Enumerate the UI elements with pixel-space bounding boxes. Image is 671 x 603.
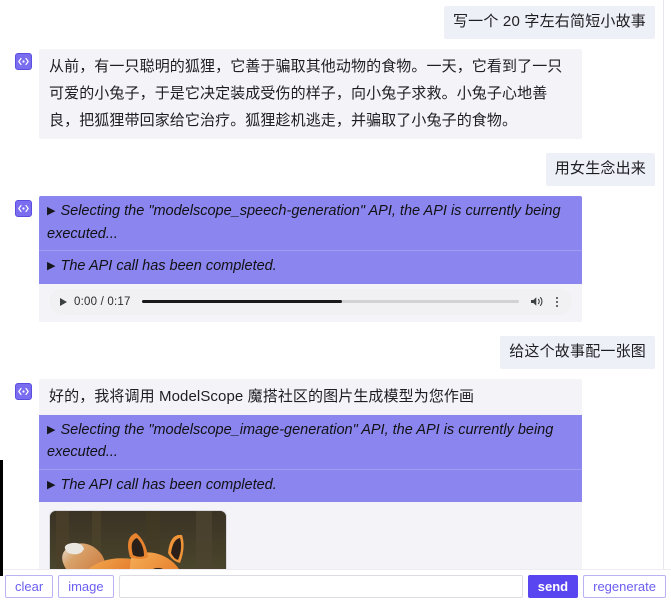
bot-avatar-icon [15, 200, 32, 217]
user-message-bubble: 用女生念出来 [545, 153, 655, 186]
user-message-bubble: 给这个故事配一张图 [500, 335, 655, 369]
audio-progress-track[interactable] [141, 300, 519, 303]
expand-caret-icon[interactable]: ▶ [47, 256, 55, 278]
generated-fox-image[interactable] [49, 510, 227, 570]
user-message-bubble: 写一个 20 字左右简短小故事 [443, 6, 655, 39]
volume-icon[interactable] [530, 295, 544, 308]
regenerate-button[interactable]: regenerate [583, 575, 666, 598]
assistant-message-bubble: 从前，有一只聪明的狐狸，它善于骗取其他动物的食物。一天，它看到了一只可爱的小兔子… [39, 49, 582, 139]
left-edge-artifact [0, 460, 3, 576]
send-button[interactable]: send [527, 575, 579, 598]
api-status-text: Selecting the "modelscope_speech-generat… [47, 203, 561, 242]
assistant-message-text: 好的，我将调用 ModelScope 魔搭社区的图片生成模型为您作画 [49, 387, 475, 405]
message-row-user: 写一个 20 字左右简短小故事 [3, 6, 663, 39]
api-status-block[interactable]: ▶ Selecting the "modelscope_image-generat… [39, 414, 582, 469]
expand-caret-icon[interactable]: ▶ [47, 201, 55, 223]
api-status-block[interactable]: ▶ Selecting the "modelscope_speech-genera… [39, 196, 582, 250]
chat-scroll-panel[interactable]: 写一个 20 字左右简短小故事 从前，有一只聪明的狐狸，它善于骗取其他动物的食物… [3, 0, 664, 570]
dot [556, 296, 558, 299]
audio-player[interactable]: 0:00 / 0:17 [49, 288, 572, 315]
audio-time-label: 0:00 / 0:17 [74, 295, 131, 308]
api-status-text: The API call has been completed. [60, 476, 277, 493]
clear-button[interactable]: clear [5, 575, 54, 598]
dot [556, 304, 558, 307]
play-triangle-icon[interactable] [60, 297, 67, 306]
api-status-block[interactable]: ▶ The API call has been completed. [39, 468, 582, 502]
audio-player-container: 0:00 / 0:17 [39, 283, 582, 322]
message-row-user: 给这个故事配一张图 [3, 335, 663, 369]
dot [556, 300, 558, 303]
more-vertical-icon[interactable] [551, 295, 563, 309]
message-row-assistant: 从前，有一只聪明的狐狸，它善于骗取其他动物的食物。一天，它看到了一只可爱的小兔子… [3, 49, 663, 139]
assistant-message-bubble: ▶ Selecting the "modelscope_speech-genera… [39, 196, 582, 322]
chat-input[interactable] [118, 575, 523, 598]
bot-avatar-icon [15, 53, 32, 70]
api-status-text: Selecting the "modelscope_image-generati… [47, 421, 554, 461]
message-row-assistant: 好的，我将调用 ModelScope 魔搭社区的图片生成模型为您作画 ▶ Sele… [3, 378, 663, 570]
bot-avatar-icon [15, 382, 32, 400]
expand-caret-icon[interactable]: ▶ [47, 420, 55, 442]
bottom-toolbar: clear image send regenerate [0, 570, 671, 603]
chat-application: 写一个 20 字左右简短小故事 从前，有一只聪明的狐狸，它善于骗取其他动物的食物… [0, 0, 671, 603]
audio-progress-fill [141, 300, 342, 303]
generated-image-container [39, 502, 582, 570]
api-status-text: The API call has been completed. [60, 258, 277, 274]
assistant-message-text: 从前，有一只聪明的狐狸，它善于骗取其他动物的食物。一天，它看到了一只可爱的小兔子… [49, 58, 563, 129]
api-status-block[interactable]: ▶ The API call has been completed. [39, 250, 582, 284]
assistant-message-bubble: 好的，我将调用 ModelScope 魔搭社区的图片生成模型为您作画 ▶ Sele… [39, 378, 582, 570]
message-row-user: 用女生念出来 [3, 153, 663, 186]
image-button[interactable]: image [58, 575, 114, 598]
message-row-assistant: ▶ Selecting the "modelscope_speech-genera… [3, 196, 663, 322]
expand-caret-icon[interactable]: ▶ [47, 475, 55, 497]
